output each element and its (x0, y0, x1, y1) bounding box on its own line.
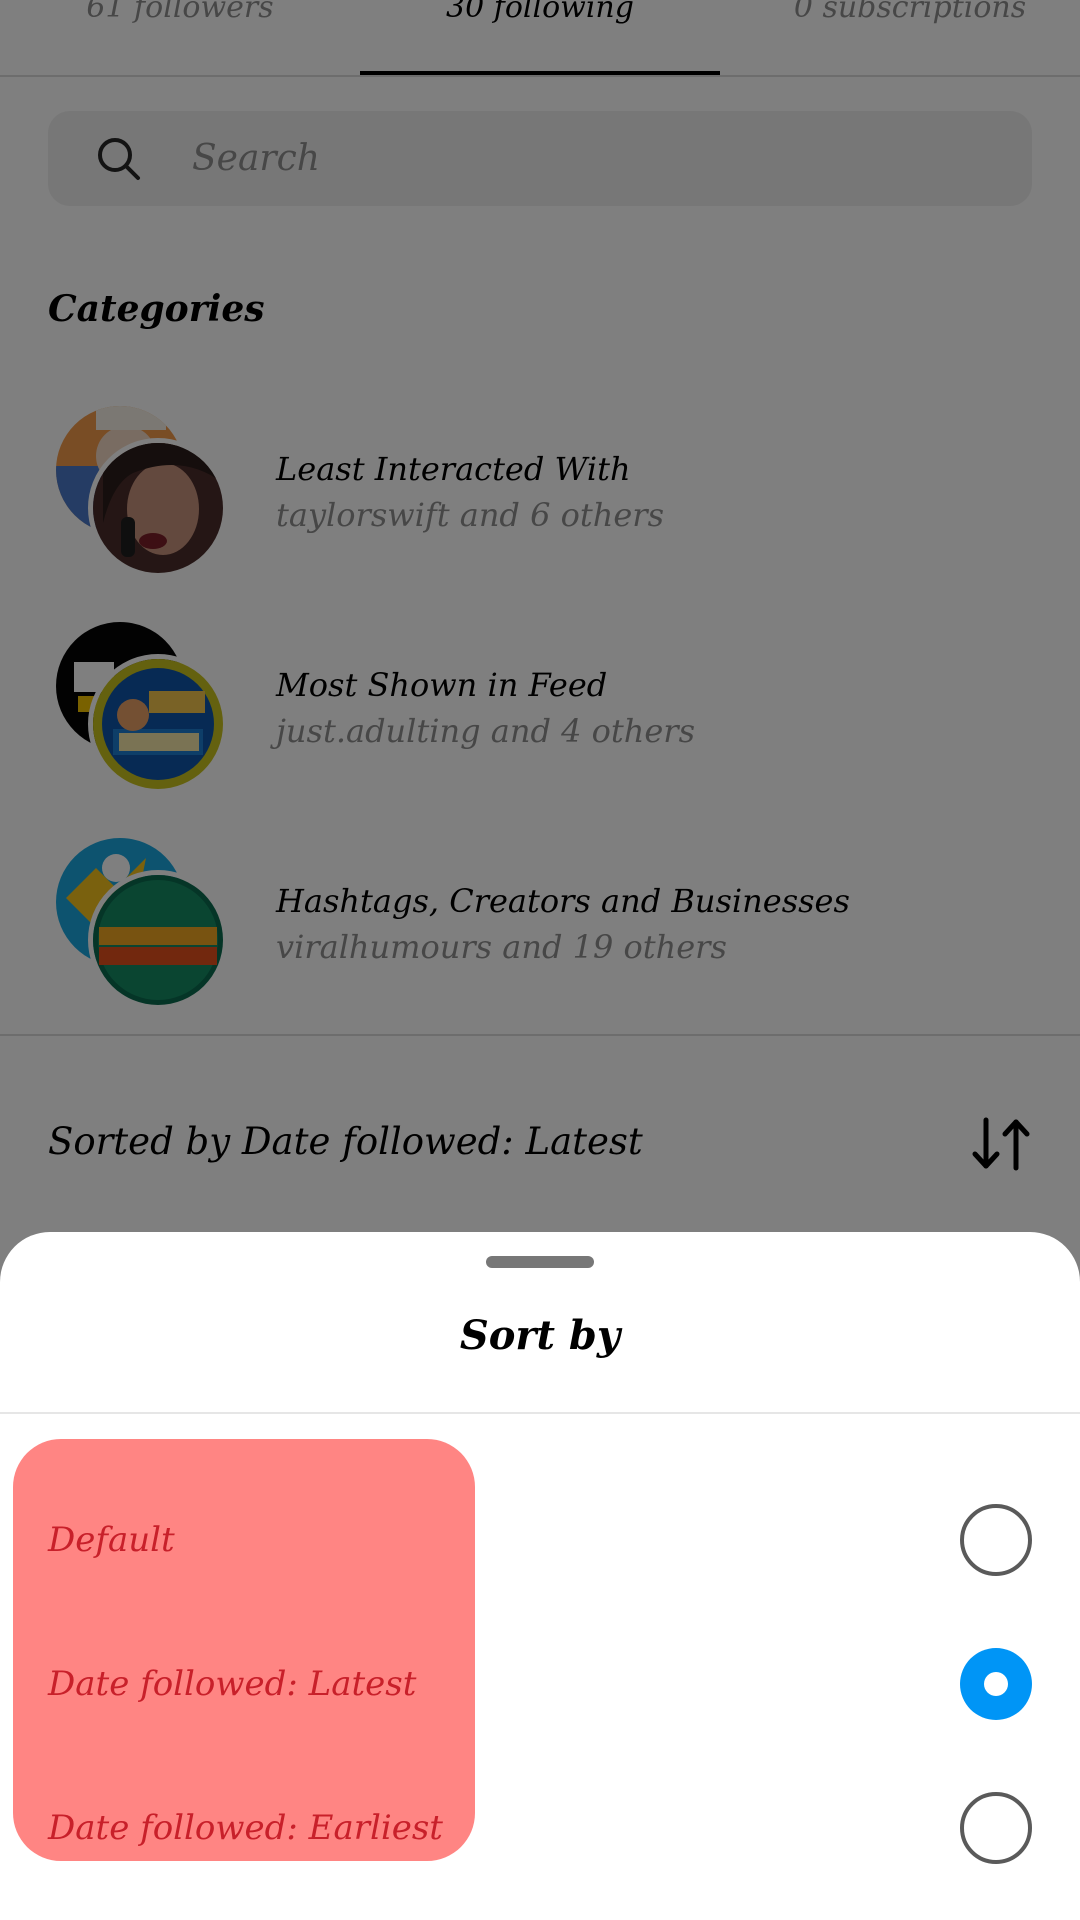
drag-handle[interactable] (486, 1256, 594, 1268)
option-label: Date followed: Earliest (48, 1808, 443, 1848)
sort-option-default[interactable]: Default (0, 1470, 1080, 1610)
radio-button[interactable] (960, 1504, 1032, 1576)
radio-button-selected[interactable] (960, 1648, 1032, 1720)
sort-bottom-sheet: Sort by Default Date followed: Latest Da… (0, 1232, 1080, 1920)
option-label: Default (48, 1520, 175, 1560)
option-label: Date followed: Latest (48, 1664, 417, 1704)
radio-button[interactable] (960, 1792, 1032, 1864)
sort-option-earliest[interactable]: Date followed: Earliest (0, 1758, 1080, 1898)
divider (0, 1412, 1080, 1414)
sort-option-latest[interactable]: Date followed: Latest (0, 1614, 1080, 1754)
sheet-title: Sort by (459, 1312, 621, 1359)
